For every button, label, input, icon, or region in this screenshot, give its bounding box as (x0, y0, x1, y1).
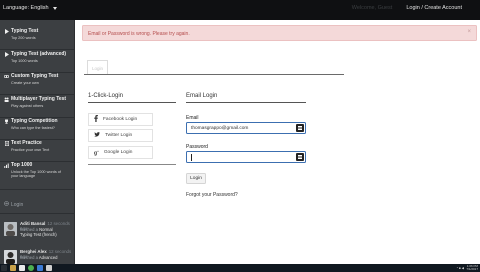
sidebar-item-typing-test-advanced[interactable]: Typing Test (advanced) Top 1000 words (0, 51, 75, 73)
twitter-login-button[interactable]: Twitter Login (88, 129, 153, 142)
login-icon (4, 201, 9, 208)
feed-test-name: Typing Test (french) (20, 232, 57, 237)
facebook-icon (94, 115, 98, 124)
users-icon (4, 97, 9, 102)
sidebar-item-typing-test[interactable]: Typing Test Top 200 words (0, 28, 75, 50)
start-icon[interactable] (1, 265, 7, 271)
keyboard-icon[interactable] (296, 124, 304, 132)
doc-icon (4, 140, 9, 146)
trophy-icon (4, 119, 9, 124)
play-icon (4, 51, 9, 57)
error-message: Email or Password is wrong. Please try a… (88, 30, 190, 37)
sidebar-item-text-practice[interactable]: Text Practice Practice your own Text (0, 140, 75, 162)
sidebar-item-sub: Play against others (11, 103, 44, 108)
clock-date: 7/1/2017 (466, 267, 478, 271)
google-login-button[interactable]: g+ Google Login (88, 146, 153, 159)
system-tray[interactable]: ^ ■ ◀ (457, 266, 464, 270)
sidebar-item-label: Custom Typing Test (11, 73, 59, 79)
avatar (4, 222, 17, 236)
sidebar-item-label: Typing Test (advanced) (11, 51, 67, 57)
section-divider (186, 102, 306, 103)
sidebar-item-sub: Top 1000 words (11, 58, 38, 63)
facebook-login-button[interactable]: Facebook Login (88, 113, 153, 126)
login-create-account-link[interactable]: Login / Create Account (406, 5, 462, 11)
app-icon[interactable] (46, 265, 52, 271)
password-label: Password (186, 144, 208, 150)
sidebar: Typing Test Top 200 words Typing Test (a… (0, 20, 75, 264)
section-divider (88, 164, 176, 165)
email-login-title: Email Login (186, 93, 218, 99)
facebook-login-label: Facebook Login (103, 117, 138, 122)
file-explorer-icon[interactable] (10, 265, 16, 271)
feed-mode: Advanced (38, 254, 58, 260)
play-icon (4, 28, 9, 34)
welcome-text: Welcome, Guest (351, 5, 393, 11)
avatar (4, 250, 17, 264)
email-field[interactable]: thomasgrappo@gmail.com (186, 122, 306, 134)
sidebar-item-sub: Create your own (11, 80, 39, 85)
error-alert: Email or Password is wrong. Please try a… (82, 25, 477, 41)
tab-divider (84, 74, 344, 75)
sidebar-divider (0, 213, 75, 214)
login-button[interactable]: Login (186, 173, 206, 184)
sidebar-item-label: Typing Test (11, 28, 39, 34)
feed-action: finished a (20, 254, 38, 260)
tab-login[interactable]: Login (87, 60, 108, 75)
sidebar-item-sub: Practice your own Text (11, 147, 50, 152)
sidebar-item-label: Typing Competition (11, 118, 58, 124)
activity-feed-item[interactable]: Aditi Bansal 12 seconds ago finished a No… (4, 221, 72, 243)
email-label: Email (186, 115, 199, 121)
chrome-icon[interactable] (28, 265, 34, 271)
text-cursor (191, 154, 192, 161)
taskbar: ^ ■ ◀ 1:06 PM 7/1/2017 (0, 264, 480, 272)
forgot-password-link[interactable]: Forgot your Password? (186, 192, 238, 198)
chart-icon (4, 163, 9, 168)
google-login-label: Google Login (103, 150, 133, 155)
twitter-login-label: Twitter Login (105, 133, 133, 138)
keyboard-icon[interactable] (296, 153, 304, 161)
twitter-icon (94, 132, 100, 139)
section-divider (88, 102, 176, 103)
sidebar-login-link[interactable]: Login (4, 201, 23, 208)
password-field[interactable] (186, 151, 306, 163)
sidebar-item-label: Text Practice (11, 140, 42, 146)
sidebar-item-top-1000[interactable]: Top 1000 Unlock the Top 1000 words of yo… (0, 162, 75, 190)
language-label: Language: English (3, 5, 49, 11)
sidebar-item-sub: Unlock the Top 1000 words of your langua… (11, 169, 61, 179)
top-bar: Language: English Welcome, Guest Login /… (0, 0, 480, 20)
email-value: thomasgrappo@gmail.com (191, 126, 249, 131)
sidebar-item-sub: Who can type the fastest? (11, 125, 55, 130)
sidebar-item-typing-competition[interactable]: Typing Competition Who can type the fast… (0, 118, 75, 140)
sidebar-item-label: Top 1000 (11, 162, 33, 168)
feed-action: finished a (20, 226, 38, 232)
feed-mode: Normal (39, 226, 53, 232)
sidebar-item-multiplayer[interactable]: Multiplayer Typing Test Play against oth… (0, 96, 75, 118)
one-click-login-title: 1-Click-Login (88, 93, 124, 99)
google-plus-icon: g+ (94, 148, 99, 157)
app-icon[interactable] (37, 265, 43, 271)
sidebar-login-label: Login (11, 201, 24, 208)
sidebar-item-sub: Top 200 words (11, 35, 36, 40)
language-selector[interactable]: Language: English (3, 5, 57, 11)
clock[interactable]: 1:06 PM 7/1/2017 (466, 264, 478, 272)
app-icon[interactable] (19, 265, 25, 271)
sidebar-item-label: Multiplayer Typing Test (11, 96, 67, 102)
link-icon (4, 74, 9, 79)
sidebar-item-custom-typing-test[interactable]: Custom Typing Test Create your own (0, 73, 75, 95)
chevron-down-icon (52, 6, 57, 10)
close-icon[interactable]: × (467, 29, 471, 35)
